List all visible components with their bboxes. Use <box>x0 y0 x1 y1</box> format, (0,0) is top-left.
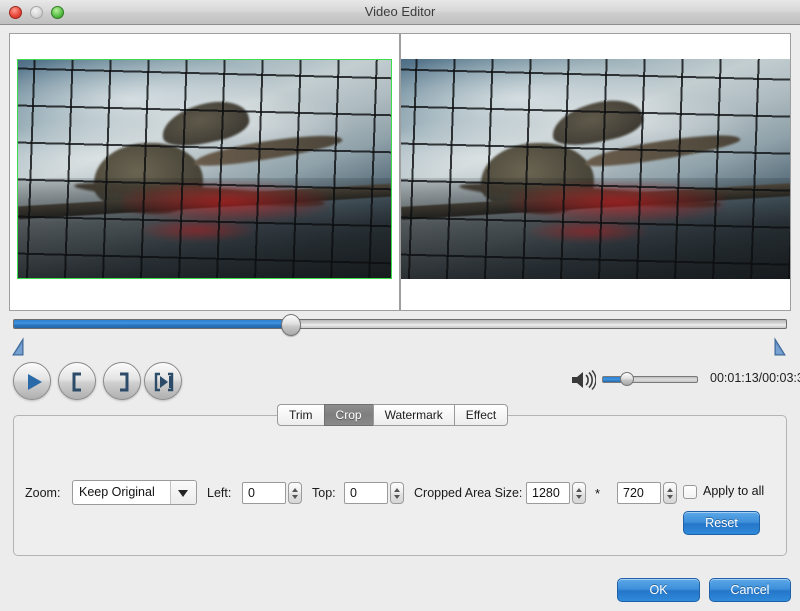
output-video-frame <box>401 59 790 279</box>
cropped-area-size-label: Cropped Area Size: <box>414 486 523 500</box>
timeline-playhead-handle[interactable] <box>281 314 301 336</box>
top-input-value: 0 <box>350 486 357 500</box>
reset-button[interactable]: Reset <box>683 511 760 535</box>
zoom-label: Zoom: <box>25 486 61 500</box>
cropped-width-input[interactable]: 1280 <box>526 482 570 504</box>
chevron-down-icon[interactable] <box>170 481 196 504</box>
tab-crop[interactable]: Crop <box>323 404 373 426</box>
time-display: 00:01:13/00:03:36 <box>710 371 800 385</box>
cropped-width-stepper[interactable] <box>572 482 586 504</box>
source-video-frame[interactable] <box>17 59 392 279</box>
apply-to-all-checkbox[interactable] <box>683 485 697 499</box>
cropped-height-input[interactable]: 720 <box>617 482 661 504</box>
editor-tabs: Trim Crop Watermark Effect <box>277 404 509 426</box>
ok-button[interactable]: OK <box>617 578 700 602</box>
top-label: Top: <box>312 486 336 500</box>
play-button[interactable] <box>13 362 51 400</box>
zoom-select-value: Keep Original <box>79 485 155 499</box>
snapshot-button[interactable] <box>144 362 182 400</box>
cropped-height-stepper[interactable] <box>663 482 677 504</box>
source-preview-panel[interactable] <box>9 33 400 311</box>
zoom-select[interactable]: Keep Original <box>72 480 197 505</box>
tab-watermark[interactable]: Watermark <box>372 404 454 426</box>
dimension-separator: * <box>595 486 601 501</box>
left-input-value: 0 <box>248 486 255 500</box>
volume-and-time: 00:01:13/00:03:36 <box>570 368 800 394</box>
apply-to-all-label: Apply to all <box>703 484 765 498</box>
preview-row <box>9 33 791 311</box>
transport-controls <box>13 362 183 402</box>
volume-slider-handle[interactable] <box>620 372 634 386</box>
timeline-progress-fill <box>14 320 282 328</box>
trim-start-marker[interactable] <box>12 337 26 356</box>
output-preview-panel[interactable] <box>400 33 791 311</box>
cropped-width-value: 1280 <box>532 486 560 500</box>
video-editor-window: Video Editor 00:01:13/00:03: Trim Crop W… <box>0 0 800 611</box>
cancel-button[interactable]: Cancel <box>709 578 791 602</box>
tab-trim[interactable]: Trim <box>277 404 324 426</box>
bracket-left-icon <box>72 372 81 392</box>
top-stepper[interactable] <box>390 482 404 504</box>
source-video-image <box>18 60 391 278</box>
timeline-slider[interactable] <box>13 314 787 336</box>
play-icon <box>28 374 42 390</box>
cropped-height-value: 720 <box>623 486 644 500</box>
bracket-play-bar-icon <box>154 372 174 392</box>
trim-end-marker[interactable] <box>772 337 786 356</box>
title-bar: Video Editor <box>0 0 800 25</box>
left-label: Left: <box>207 486 232 500</box>
mark-out-button[interactable] <box>103 362 141 400</box>
top-input[interactable]: 0 <box>344 482 388 504</box>
output-video-image <box>401 59 790 279</box>
tab-effect[interactable]: Effect <box>453 404 509 426</box>
bracket-right-icon <box>120 372 129 392</box>
speaker-icon[interactable] <box>570 369 597 394</box>
crop-panel: Zoom: Keep Original Left: 0 Top: 0 Cropp… <box>13 415 787 556</box>
left-stepper[interactable] <box>288 482 302 504</box>
left-input[interactable]: 0 <box>242 482 286 504</box>
mark-in-button[interactable] <box>58 362 96 400</box>
window-title: Video Editor <box>364 4 436 19</box>
